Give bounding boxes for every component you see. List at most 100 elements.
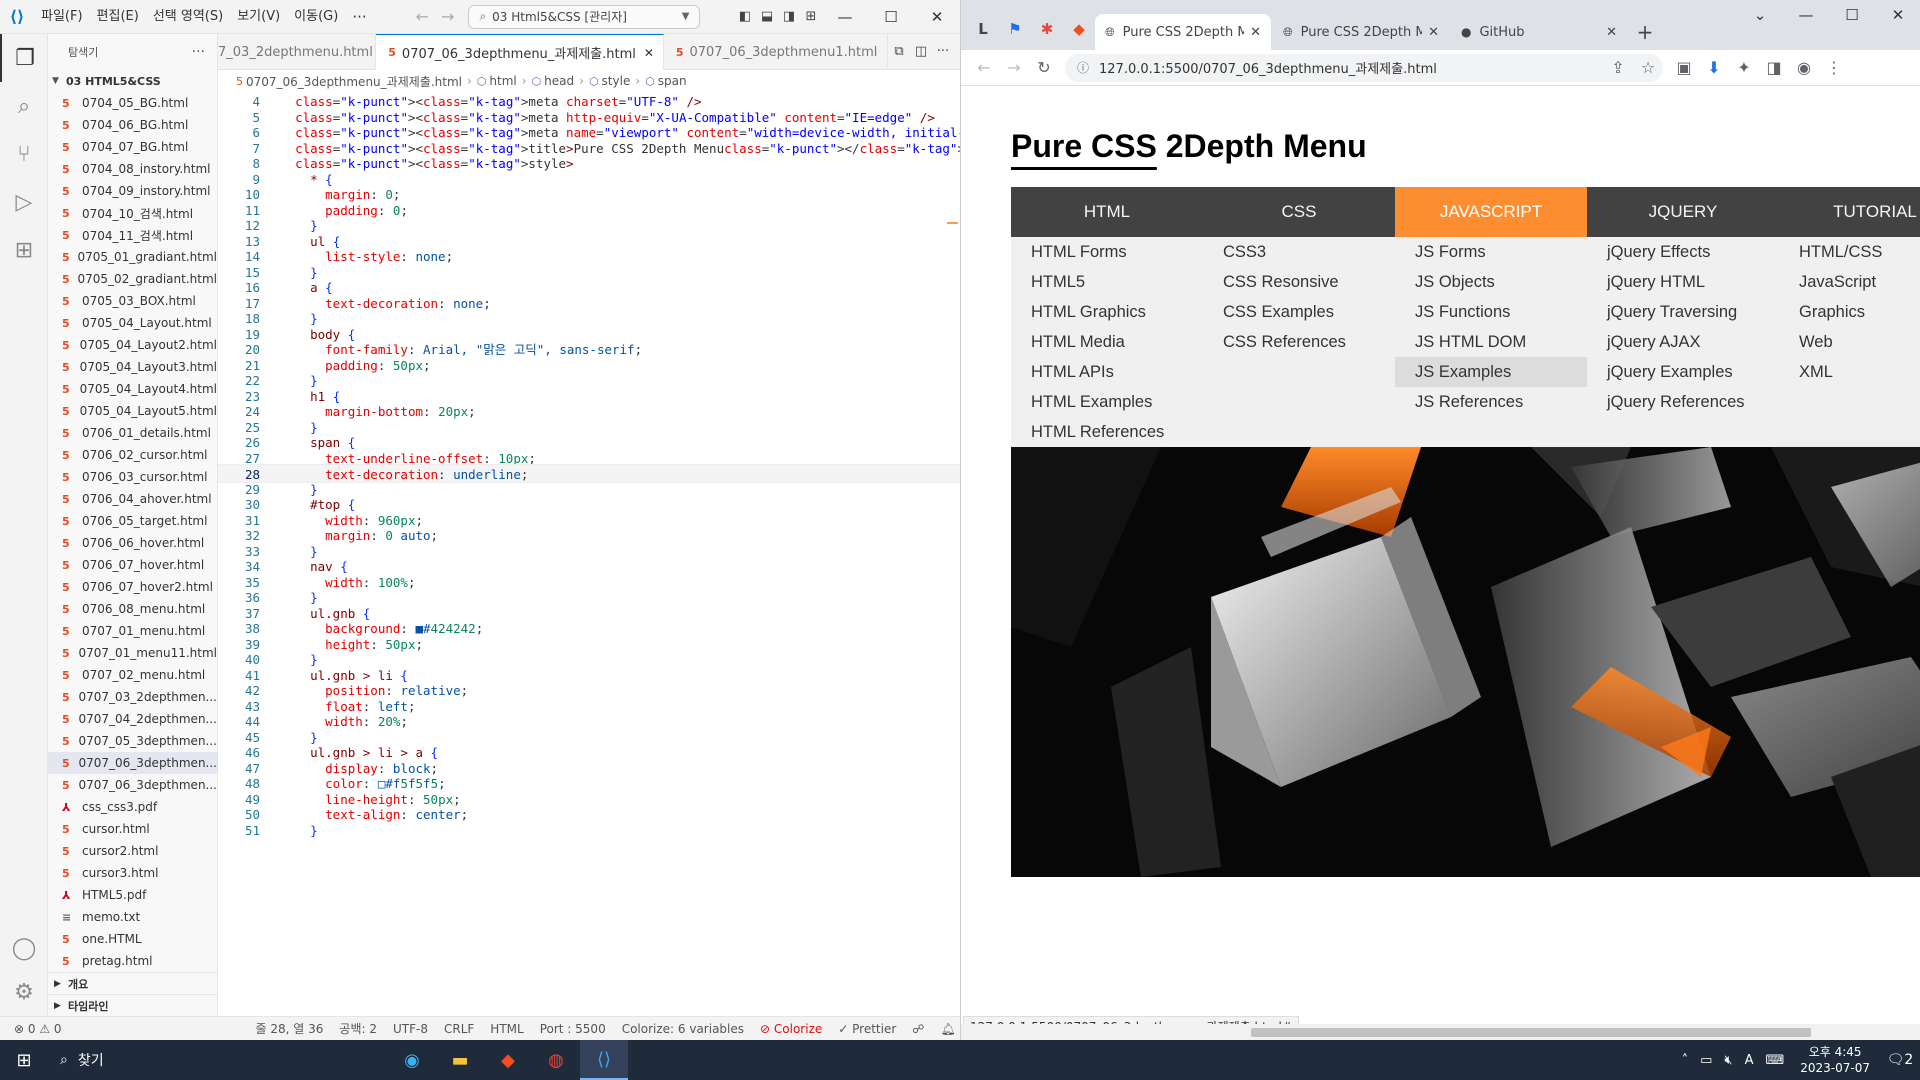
file-item[interactable]: 5 0705_04_Layout.html <box>48 312 217 334</box>
toggle-panel-icon[interactable]: ⬓ <box>756 0 778 34</box>
menu-more[interactable]: ··· <box>345 0 373 34</box>
toggle-sidebar-icon[interactable]: ◧ <box>734 0 756 34</box>
submenu-link[interactable]: JS Objects <box>1395 267 1587 297</box>
submenu-link[interactable]: HTML References <box>1011 417 1203 447</box>
submenu-link[interactable]: Web <box>1779 327 1920 357</box>
horizontal-scrollbar[interactable] <box>961 1024 1920 1040</box>
tab-search-icon[interactable]: ⌄ <box>1737 0 1783 30</box>
close-icon[interactable]: ✕ <box>1875 0 1920 30</box>
cursor-position[interactable]: 줄 28, 열 36 <box>248 1020 332 1037</box>
code-editor[interactable]: 4 class="k-punct"><class="k-tag">meta ch… <box>218 92 960 1016</box>
breadcrumb-head[interactable]: head <box>544 74 574 88</box>
submenu-link[interactable]: HTML/CSS <box>1779 237 1920 267</box>
menu-go[interactable]: 이동(G) <box>287 0 345 34</box>
file-item[interactable]: 5 0706_05_target.html <box>48 510 217 532</box>
edge-icon[interactable]: ◉ <box>388 1040 436 1080</box>
settings-gear-icon[interactable]: ⚙ <box>0 968 48 1016</box>
file-item[interactable]: 5 0707_06_3depthmen... <box>48 774 217 796</box>
submenu-link[interactable]: CSS References <box>1203 327 1395 357</box>
gnb-link-css[interactable]: CSS <box>1203 187 1395 237</box>
prettier-status[interactable]: ✓ Prettier <box>830 1022 904 1036</box>
forward-arrow-icon[interactable]: → <box>999 53 1029 83</box>
file-item[interactable]: 5 0706_07_hover2.html <box>48 576 217 598</box>
forward-arrow-icon[interactable]: → <box>435 7 460 26</box>
file-item[interactable]: 5 0705_01_gradiant.html <box>48 246 217 268</box>
language-mode[interactable]: HTML <box>482 1022 531 1036</box>
file-item[interactable]: 5 cursor2.html <box>48 840 217 862</box>
browser-tab-github[interactable]: ● GitHub ✕ <box>1451 14 1627 50</box>
submenu-link[interactable]: jQuery Effects <box>1587 237 1779 267</box>
file-item[interactable]: 5 cursor3.html <box>48 862 217 884</box>
file-item[interactable]: 5 0704_09_instory.html <box>48 180 217 202</box>
bookmark-star-icon[interactable]: ☆ <box>1633 53 1663 83</box>
close-tab-icon[interactable]: ✕ <box>1606 25 1617 40</box>
file-item[interactable]: 5 0704_08_instory.html <box>48 158 217 180</box>
profile-avatar-icon[interactable]: ◉ <box>1789 53 1819 83</box>
notification-center[interactable]: 🗨︎2 <box>1880 1052 1920 1068</box>
vscode-taskbar-icon[interactable]: ⟨⟩ <box>580 1040 628 1080</box>
file-item[interactable]: 5 0705_03_BOX.html <box>48 290 217 312</box>
explorer-icon[interactable]: ❐ <box>0 34 48 82</box>
file-item[interactable]: 5 0706_06_hover.html <box>48 532 217 554</box>
browser-tab-active[interactable]: 🌐︎ Pure CSS 2Depth M ✕ <box>1095 14 1271 50</box>
file-item[interactable]: 5 0704_06_BG.html <box>48 114 217 136</box>
submenu-link[interactable]: jQuery References <box>1587 387 1779 417</box>
input-mode-icon[interactable]: A <box>1739 1053 1760 1068</box>
workspace-folder[interactable]: ▼ 03 HTML5&CSS <box>48 70 217 92</box>
file-item[interactable]: 5 0704_10_검색.html <box>48 202 217 224</box>
download-icon[interactable]: ⬇ <box>1699 53 1729 83</box>
tab-3-2depthmenu[interactable]: 7_03_2depthmenu.html <box>218 34 377 70</box>
close-tab-icon[interactable]: ✕ <box>1250 25 1261 40</box>
address-bar[interactable]: ⓘ 127.0.0.1:5500/0707_06_3depthmenu_과제제출… <box>1065 53 1663 83</box>
file-item[interactable]: 5 0707_06_3depthmen... <box>48 752 217 774</box>
submenu-link[interactable]: HTML5 <box>1011 267 1203 297</box>
minimize-icon[interactable]: — <box>1783 0 1829 30</box>
submenu-link[interactable]: JS HTML DOM <box>1395 327 1587 357</box>
file-explorer-icon[interactable]: ▬ <box>436 1040 484 1080</box>
tab-3depthmenu1[interactable]: 5 0707_06_3depthmenu1.html <box>664 34 888 70</box>
network-icon[interactable]: ▭ <box>1694 1053 1718 1068</box>
scrollbar-thumb[interactable] <box>1251 1028 1811 1037</box>
more-actions-icon[interactable]: ··· <box>192 44 205 60</box>
file-item[interactable]: 5 pretag.html <box>48 950 217 972</box>
file-item[interactable]: 5 0705_04_Layout2.html <box>48 334 217 356</box>
submenu-link[interactable]: jQuery HTML <box>1587 267 1779 297</box>
line-ending[interactable]: CRLF <box>436 1022 482 1036</box>
file-item[interactable]: 5 0704_07_BG.html <box>48 136 217 158</box>
chrome-icon[interactable]: ◍ <box>532 1040 580 1080</box>
back-arrow-icon[interactable]: ← <box>969 53 999 83</box>
submenu-link[interactable]: JS Forms <box>1395 237 1587 267</box>
colorize-variables[interactable]: Colorize: 6 variables <box>614 1022 752 1036</box>
windows-start-icon[interactable]: ⊞ <box>0 1040 48 1080</box>
submenu-link[interactable]: HTML Examples <box>1011 387 1203 417</box>
file-item[interactable]: 5 0706_02_cursor.html <box>48 444 217 466</box>
breadcrumb-html[interactable]: html <box>489 74 516 88</box>
submenu-link[interactable]: JS Functions <box>1395 297 1587 327</box>
extensions-icon[interactable]: ⊞ <box>0 226 48 274</box>
taskbar-search[interactable]: ⌕ 찾기 <box>48 1040 388 1080</box>
file-item[interactable]: 5 0706_08_menu.html <box>48 598 217 620</box>
kebab-menu-icon[interactable]: ⋮ <box>1819 53 1849 83</box>
file-item[interactable]: 5 0707_01_menu.html <box>48 620 217 642</box>
submenu-link[interactable]: HTML Forms <box>1011 237 1203 267</box>
problems-status[interactable]: ⊗ 0 ⚠ 0 <box>0 1022 70 1036</box>
command-center-search[interactable]: ⌕ 03 Html5&CSS [관리자] ▼ <box>468 4 701 29</box>
submenu-link[interactable]: jQuery Traversing <box>1587 297 1779 327</box>
file-item[interactable]: 5 0707_03_2depthmen... <box>48 686 217 708</box>
submenu-link[interactable]: HTML APIs <box>1011 357 1203 387</box>
submenu-link[interactable]: jQuery AJAX <box>1587 327 1779 357</box>
submenu-link[interactable]: JS Examples <box>1395 357 1587 387</box>
browser-tab[interactable]: 🌐︎ Pure CSS 2Depth M ✕ <box>1273 14 1449 50</box>
image-extension-icon[interactable]: ▣ <box>1669 53 1699 83</box>
submenu-link[interactable]: XML <box>1779 357 1920 387</box>
pinned-tab-flag-icon[interactable]: ⚑ <box>999 8 1031 50</box>
file-item[interactable]: ⅄ HTML5.pdf <box>48 884 217 906</box>
file-item[interactable]: 5 0707_05_3depthmen... <box>48 730 217 752</box>
maximize-icon[interactable]: ☐ <box>1829 0 1875 30</box>
menu-selection[interactable]: 선택 영역(S) <box>146 0 230 34</box>
submenu-link[interactable]: HTML Graphics <box>1011 297 1203 327</box>
source-control-icon[interactable]: ⑂ <box>0 130 48 178</box>
customize-layout-icon[interactable]: ⊞ <box>800 0 822 34</box>
info-icon[interactable]: ⓘ <box>1077 59 1089 76</box>
code-line[interactable]: 51 } <box>218 821 960 840</box>
